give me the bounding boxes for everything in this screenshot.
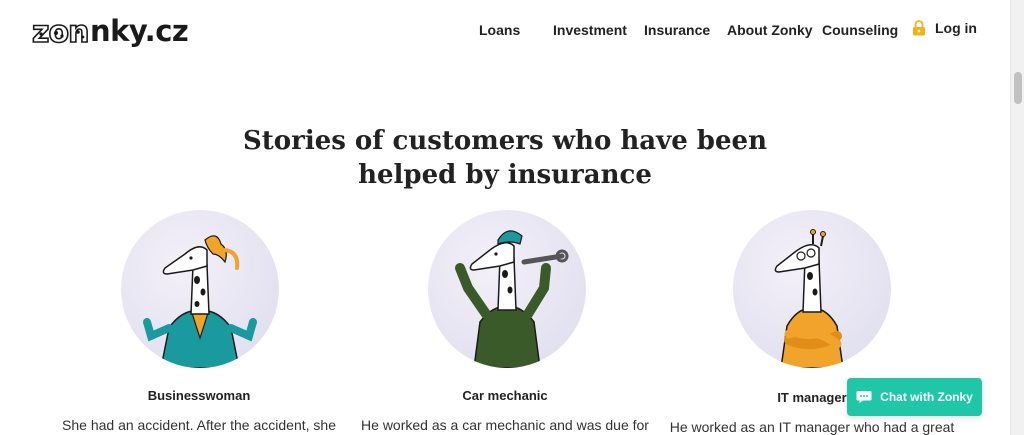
login-link[interactable]: Log in [912,20,977,36]
story-avatar [428,210,586,368]
story-name: Businesswoman [147,388,251,403]
svg-text:zon: zon [32,15,88,48]
story-avatar [733,210,891,368]
site-header: zon nky.cz Loans Investment Insurance Ab… [0,0,1010,64]
chat-bubble-icon [856,391,872,403]
story-text: She had an accident. After the accident,… [62,417,336,433]
scrollbar-thumb[interactable] [1014,72,1022,104]
giraffe-it-manager-illustration [774,229,844,368]
story-avatar [121,210,279,368]
nav-item-loans[interactable]: Loans [479,22,520,38]
login-label: Log in [935,20,977,36]
chat-label: Chat with Zonky [880,390,973,404]
nav-item-about-zonky[interactable]: About Zonky [727,22,813,38]
lock-icon [913,20,925,36]
chat-with-zonky-button[interactable]: Chat with Zonky [847,378,982,416]
story-text: He worked as a car mechanic and was due … [361,417,649,433]
nav-item-counseling[interactable]: Counseling [822,22,898,38]
story-name: Car mechanic [462,388,548,403]
nav-item-investment[interactable]: Investment [553,22,627,38]
giraffe-car-mechanic-illustration [455,230,569,368]
section-title: Stories of customers who have been helpe… [243,126,767,190]
page-scrollbar[interactable] [1010,0,1024,435]
zonky-logo-mark: zon [32,14,90,48]
story-text: He worked as an IT manager who had a gre… [669,419,955,435]
logo-text: nky.cz [90,14,189,48]
giraffe-businesswoman-illustration [143,235,257,368]
nav-item-insurance[interactable]: Insurance [644,22,710,38]
